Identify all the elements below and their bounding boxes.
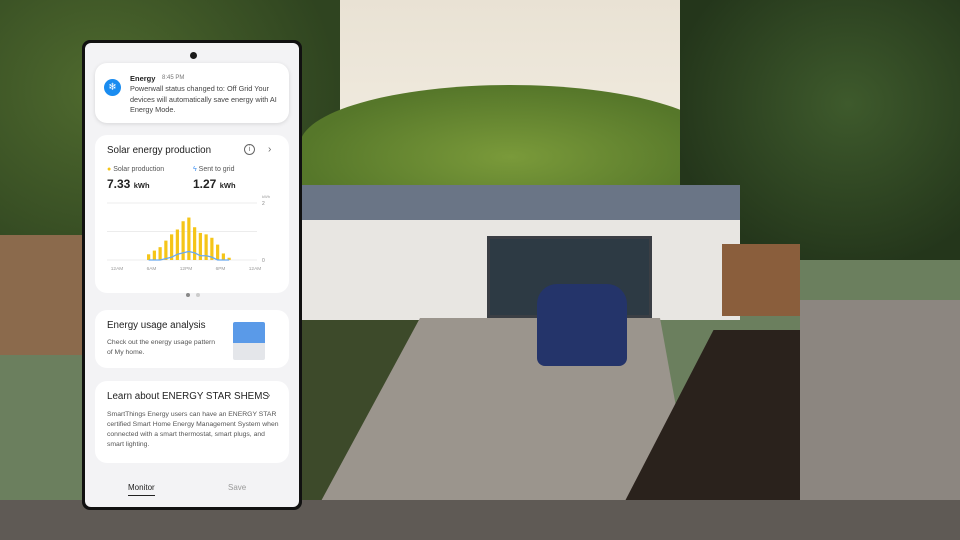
- envelope-chart-icon: [233, 322, 265, 360]
- tab-monitor[interactable]: Monitor: [128, 483, 155, 496]
- solar-bar: [158, 247, 162, 260]
- chevron-right-icon[interactable]: ›: [267, 390, 270, 401]
- app-screen: ❄ Energy 8:45 PM Powerwall status change…: [85, 43, 299, 507]
- y-tick-label: 0: [262, 258, 265, 264]
- x-tick-label: 12AM: [111, 266, 124, 272]
- solar-chart: kWh2012AM 6AM 12PM 6PM 12AM: [107, 194, 270, 272]
- x-tick-label: 12PM: [180, 266, 193, 272]
- sun-icon: ●: [107, 166, 112, 173]
- page-dot-2[interactable]: [196, 293, 200, 297]
- unit-label: kWh: [262, 194, 270, 199]
- production-value: 7.33: [107, 177, 131, 191]
- phone: ❄ Energy 8:45 PM Powerwall status change…: [82, 40, 302, 510]
- x-tick-label: 12AM: [249, 266, 262, 272]
- x-tick-label: 6AM: [147, 266, 157, 272]
- solar-title: Solar energy production: [107, 145, 212, 156]
- usage-title: Energy usage analysis: [107, 320, 206, 331]
- x-tick-label: 6PM: [216, 266, 226, 272]
- solar-bar: [152, 250, 156, 260]
- solar-card[interactable]: Solar energy production i › ● Solar prod…: [95, 135, 289, 297]
- solar-bar: [216, 244, 220, 260]
- solar-bar: [193, 227, 197, 260]
- notification-app: Energy: [130, 74, 156, 83]
- solar-bar: [187, 217, 191, 260]
- grid-unit: kWh: [219, 181, 236, 190]
- production-unit: kWh: [133, 181, 150, 190]
- snowflake-icon: ❄: [104, 79, 121, 96]
- chevron-right-icon[interactable]: ›: [268, 144, 271, 155]
- grid-value: 1.27: [193, 177, 217, 191]
- page-indicator[interactable]: [183, 284, 203, 302]
- notification-message: Powerwall status changed to: Off Grid Yo…: [130, 84, 277, 114]
- usage-desc: Check out the energy usage pattern of My…: [107, 339, 216, 356]
- solar-bar: [164, 240, 168, 260]
- page-dot-1[interactable]: [186, 293, 190, 297]
- y-tick-label: 2: [262, 201, 265, 207]
- solar-bar: [181, 221, 185, 260]
- notification-time: 8:45 PM: [162, 75, 185, 81]
- energy-star-card[interactable]: Learn about ENERGY STAR SHEMS › SmartThi…: [95, 381, 289, 463]
- production-label: Solar production: [113, 166, 165, 173]
- tab-save[interactable]: Save: [228, 483, 246, 492]
- notification-card[interactable]: ❄ Energy 8:45 PM Powerwall status change…: [95, 63, 289, 123]
- energy-usage-card[interactable]: Energy usage analysis Check out the ener…: [95, 310, 289, 368]
- info-icon[interactable]: i: [244, 144, 255, 155]
- learn-title: Learn about ENERGY STAR SHEMS: [107, 391, 269, 402]
- learn-desc: SmartThings Energy users can have an ENE…: [107, 411, 279, 448]
- solar-bar: [147, 254, 151, 260]
- grid-label: Sent to grid: [198, 166, 235, 173]
- solar-bar: [221, 253, 225, 260]
- lightning-icon: ϟ: [193, 166, 197, 173]
- camera-icon: [190, 52, 197, 59]
